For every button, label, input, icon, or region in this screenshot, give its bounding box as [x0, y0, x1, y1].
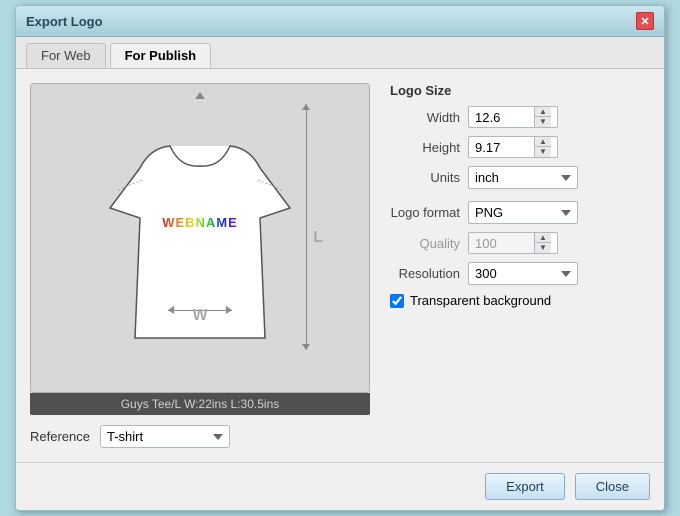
height-label: Height: [390, 140, 460, 155]
quality-spin-up[interactable]: ▲: [535, 233, 551, 243]
reference-label: Reference: [30, 429, 90, 444]
resolution-row: Resolution 72 96 150 300 600: [390, 262, 650, 285]
tab-for-web[interactable]: For Web: [26, 43, 106, 68]
dimension-l-line: [306, 104, 307, 350]
height-spin-down[interactable]: ▼: [535, 147, 551, 157]
preview-box: L WEBNAME: [30, 83, 370, 393]
close-icon[interactable]: ✕: [636, 12, 654, 30]
export-logo-dialog: Export Logo ✕ For Web For Publish L: [15, 5, 665, 511]
quality-input: [469, 233, 534, 253]
close-button[interactable]: Close: [575, 473, 650, 500]
width-spinner: ▲ ▼: [468, 106, 558, 128]
footer: Export Close: [16, 462, 664, 510]
units-label: Units: [390, 170, 460, 185]
resolution-select[interactable]: 72 96 150 300 600: [468, 262, 578, 285]
width-spin-down[interactable]: ▼: [535, 117, 551, 127]
quality-spinner: ▲ ▼: [468, 232, 558, 254]
height-spin-arrows: ▲ ▼: [534, 137, 551, 157]
transparent-bg-checkbox[interactable]: [390, 294, 404, 308]
export-button[interactable]: Export: [485, 473, 565, 500]
height-spinner: ▲ ▼: [468, 136, 558, 158]
top-arrow-indicator: [195, 92, 205, 99]
units-select[interactable]: inch cm mm px: [468, 166, 578, 189]
transparent-bg-row: Transparent background: [390, 293, 650, 308]
settings-panel: Logo Size Width ▲ ▼ Height ▲: [390, 83, 650, 448]
transparent-bg-label[interactable]: Transparent background: [410, 293, 551, 308]
tab-for-publish[interactable]: For Publish: [110, 43, 212, 68]
title-bar: Export Logo ✕: [16, 6, 664, 37]
quality-label: Quality: [390, 236, 460, 251]
dimension-w-label: W: [192, 307, 207, 325]
width-label: Width: [390, 110, 460, 125]
height-input[interactable]: [469, 137, 534, 157]
logo-format-row: Logo format PNG JPEG BMP TIFF: [390, 201, 650, 224]
width-input[interactable]: [469, 107, 534, 127]
quality-row: Quality ▲ ▼: [390, 232, 650, 254]
preview-caption: Guys Tee/L W:22ins L:30.5ins: [30, 393, 370, 415]
height-spin-up[interactable]: ▲: [535, 137, 551, 147]
reference-select[interactable]: T-shirt Hoodie Polo: [100, 425, 230, 448]
preview-panel: L WEBNAME: [30, 83, 370, 448]
width-spin-up[interactable]: ▲: [535, 107, 551, 117]
logo-text-overlay: WEBNAME: [162, 215, 238, 230]
height-row: Height ▲ ▼: [390, 136, 650, 158]
resolution-label: Resolution: [390, 266, 460, 281]
width-row: Width ▲ ▼: [390, 106, 650, 128]
tshirt-preview: WEBNAME W: [100, 113, 300, 353]
logo-format-select[interactable]: PNG JPEG BMP TIFF: [468, 201, 578, 224]
reference-row: Reference T-shirt Hoodie Polo: [30, 425, 370, 448]
width-spin-arrows: ▲ ▼: [534, 107, 551, 127]
logo-format-label: Logo format: [390, 205, 460, 220]
units-row: Units inch cm mm px: [390, 166, 650, 189]
logo-size-title: Logo Size: [390, 83, 650, 98]
main-content: L WEBNAME: [16, 69, 664, 462]
quality-spin-arrows: ▲ ▼: [534, 233, 551, 253]
dialog-title: Export Logo: [26, 14, 103, 29]
tabs-container: For Web For Publish: [16, 37, 664, 69]
quality-spin-down[interactable]: ▼: [535, 243, 551, 253]
dimension-l-label: L: [313, 229, 323, 247]
